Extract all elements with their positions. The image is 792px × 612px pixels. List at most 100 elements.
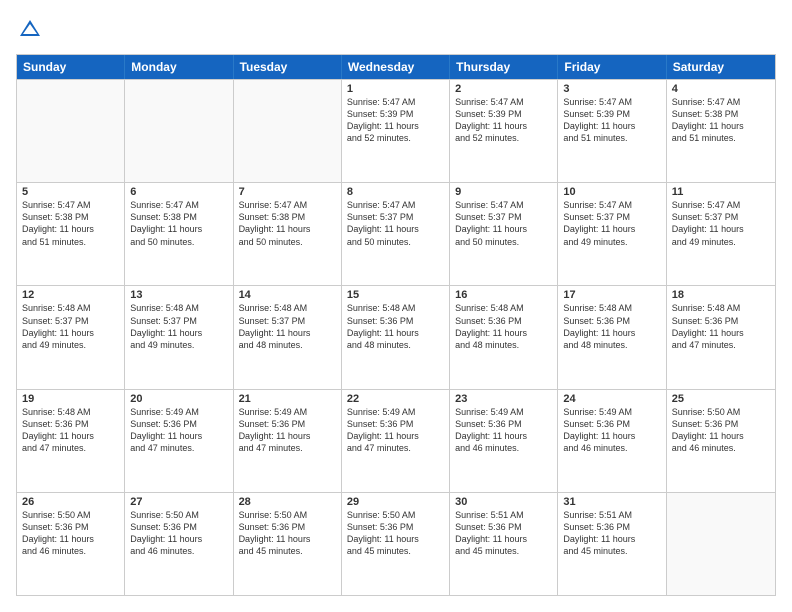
cell-info: Sunrise: 5:48 AM Sunset: 5:36 PM Dayligh… — [455, 302, 552, 351]
cell-day-number: 10 — [563, 186, 660, 198]
cal-cell-16: 16Sunrise: 5:48 AM Sunset: 5:36 PM Dayli… — [450, 286, 558, 388]
cal-row-5: 26Sunrise: 5:50 AM Sunset: 5:36 PM Dayli… — [17, 492, 775, 595]
cell-day-number: 9 — [455, 186, 552, 198]
cell-day-number: 11 — [672, 186, 770, 198]
cal-cell-22: 22Sunrise: 5:49 AM Sunset: 5:36 PM Dayli… — [342, 390, 450, 492]
calendar: SundayMondayTuesdayWednesdayThursdayFrid… — [16, 54, 776, 596]
cell-info: Sunrise: 5:51 AM Sunset: 5:36 PM Dayligh… — [455, 509, 552, 558]
cal-cell-6: 6Sunrise: 5:47 AM Sunset: 5:38 PM Daylig… — [125, 183, 233, 285]
cell-info: Sunrise: 5:50 AM Sunset: 5:36 PM Dayligh… — [239, 509, 336, 558]
cal-cell-10: 10Sunrise: 5:47 AM Sunset: 5:37 PM Dayli… — [558, 183, 666, 285]
cal-cell-empty-0-0 — [17, 80, 125, 182]
cell-info: Sunrise: 5:47 AM Sunset: 5:39 PM Dayligh… — [455, 96, 552, 145]
cell-day-number: 7 — [239, 186, 336, 198]
cal-cell-30: 30Sunrise: 5:51 AM Sunset: 5:36 PM Dayli… — [450, 493, 558, 595]
cell-info: Sunrise: 5:49 AM Sunset: 5:36 PM Dayligh… — [347, 406, 444, 455]
cal-cell-26: 26Sunrise: 5:50 AM Sunset: 5:36 PM Dayli… — [17, 493, 125, 595]
cal-cell-28: 28Sunrise: 5:50 AM Sunset: 5:36 PM Dayli… — [234, 493, 342, 595]
header-day-tuesday: Tuesday — [234, 55, 342, 79]
cell-day-number: 3 — [563, 83, 660, 95]
cell-info: Sunrise: 5:47 AM Sunset: 5:39 PM Dayligh… — [563, 96, 660, 145]
cell-info: Sunrise: 5:47 AM Sunset: 5:38 PM Dayligh… — [672, 96, 770, 145]
cell-day-number: 8 — [347, 186, 444, 198]
cell-day-number: 24 — [563, 393, 660, 405]
cal-cell-14: 14Sunrise: 5:48 AM Sunset: 5:37 PM Dayli… — [234, 286, 342, 388]
cell-day-number: 18 — [672, 289, 770, 301]
cell-info: Sunrise: 5:50 AM Sunset: 5:36 PM Dayligh… — [22, 509, 119, 558]
cal-cell-27: 27Sunrise: 5:50 AM Sunset: 5:36 PM Dayli… — [125, 493, 233, 595]
cell-info: Sunrise: 5:48 AM Sunset: 5:36 PM Dayligh… — [672, 302, 770, 351]
cal-cell-8: 8Sunrise: 5:47 AM Sunset: 5:37 PM Daylig… — [342, 183, 450, 285]
header-day-monday: Monday — [125, 55, 233, 79]
cell-info: Sunrise: 5:50 AM Sunset: 5:36 PM Dayligh… — [672, 406, 770, 455]
cell-info: Sunrise: 5:47 AM Sunset: 5:38 PM Dayligh… — [130, 199, 227, 248]
cell-info: Sunrise: 5:48 AM Sunset: 5:37 PM Dayligh… — [239, 302, 336, 351]
cell-day-number: 1 — [347, 83, 444, 95]
cell-info: Sunrise: 5:48 AM Sunset: 5:36 PM Dayligh… — [347, 302, 444, 351]
calendar-body: 1Sunrise: 5:47 AM Sunset: 5:39 PM Daylig… — [17, 79, 775, 595]
cal-cell-19: 19Sunrise: 5:48 AM Sunset: 5:36 PM Dayli… — [17, 390, 125, 492]
cell-day-number: 27 — [130, 496, 227, 508]
cell-info: Sunrise: 5:49 AM Sunset: 5:36 PM Dayligh… — [130, 406, 227, 455]
cal-cell-2: 2Sunrise: 5:47 AM Sunset: 5:39 PM Daylig… — [450, 80, 558, 182]
page: SundayMondayTuesdayWednesdayThursdayFrid… — [0, 0, 792, 612]
logo-icon — [16, 16, 44, 44]
cal-cell-empty-0-1 — [125, 80, 233, 182]
cal-cell-1: 1Sunrise: 5:47 AM Sunset: 5:39 PM Daylig… — [342, 80, 450, 182]
cell-info: Sunrise: 5:49 AM Sunset: 5:36 PM Dayligh… — [563, 406, 660, 455]
cell-info: Sunrise: 5:48 AM Sunset: 5:37 PM Dayligh… — [130, 302, 227, 351]
cell-day-number: 21 — [239, 393, 336, 405]
header-day-thursday: Thursday — [450, 55, 558, 79]
header-day-sunday: Sunday — [17, 55, 125, 79]
cell-day-number: 31 — [563, 496, 660, 508]
cal-cell-9: 9Sunrise: 5:47 AM Sunset: 5:37 PM Daylig… — [450, 183, 558, 285]
cell-info: Sunrise: 5:50 AM Sunset: 5:36 PM Dayligh… — [347, 509, 444, 558]
header — [16, 16, 776, 44]
cal-cell-31: 31Sunrise: 5:51 AM Sunset: 5:36 PM Dayli… — [558, 493, 666, 595]
cell-info: Sunrise: 5:48 AM Sunset: 5:37 PM Dayligh… — [22, 302, 119, 351]
cal-cell-23: 23Sunrise: 5:49 AM Sunset: 5:36 PM Dayli… — [450, 390, 558, 492]
cell-day-number: 25 — [672, 393, 770, 405]
cell-info: Sunrise: 5:47 AM Sunset: 5:37 PM Dayligh… — [347, 199, 444, 248]
cell-info: Sunrise: 5:47 AM Sunset: 5:37 PM Dayligh… — [455, 199, 552, 248]
cal-row-2: 5Sunrise: 5:47 AM Sunset: 5:38 PM Daylig… — [17, 182, 775, 285]
cell-info: Sunrise: 5:47 AM Sunset: 5:37 PM Dayligh… — [563, 199, 660, 248]
cal-cell-7: 7Sunrise: 5:47 AM Sunset: 5:38 PM Daylig… — [234, 183, 342, 285]
cell-day-number: 12 — [22, 289, 119, 301]
header-day-saturday: Saturday — [667, 55, 775, 79]
cell-info: Sunrise: 5:49 AM Sunset: 5:36 PM Dayligh… — [239, 406, 336, 455]
cell-day-number: 22 — [347, 393, 444, 405]
cell-day-number: 5 — [22, 186, 119, 198]
cell-day-number: 6 — [130, 186, 227, 198]
cal-cell-21: 21Sunrise: 5:49 AM Sunset: 5:36 PM Dayli… — [234, 390, 342, 492]
cell-day-number: 16 — [455, 289, 552, 301]
cal-cell-29: 29Sunrise: 5:50 AM Sunset: 5:36 PM Dayli… — [342, 493, 450, 595]
cell-day-number: 13 — [130, 289, 227, 301]
cell-info: Sunrise: 5:47 AM Sunset: 5:38 PM Dayligh… — [22, 199, 119, 248]
cal-cell-11: 11Sunrise: 5:47 AM Sunset: 5:37 PM Dayli… — [667, 183, 775, 285]
cell-day-number: 23 — [455, 393, 552, 405]
cell-day-number: 29 — [347, 496, 444, 508]
cell-day-number: 20 — [130, 393, 227, 405]
cal-cell-empty-0-2 — [234, 80, 342, 182]
cell-day-number: 2 — [455, 83, 552, 95]
cell-day-number: 30 — [455, 496, 552, 508]
cell-day-number: 15 — [347, 289, 444, 301]
cal-cell-3: 3Sunrise: 5:47 AM Sunset: 5:39 PM Daylig… — [558, 80, 666, 182]
cell-info: Sunrise: 5:48 AM Sunset: 5:36 PM Dayligh… — [563, 302, 660, 351]
header-day-wednesday: Wednesday — [342, 55, 450, 79]
cell-info: Sunrise: 5:50 AM Sunset: 5:36 PM Dayligh… — [130, 509, 227, 558]
calendar-header: SundayMondayTuesdayWednesdayThursdayFrid… — [17, 55, 775, 79]
cal-cell-24: 24Sunrise: 5:49 AM Sunset: 5:36 PM Dayli… — [558, 390, 666, 492]
cal-row-1: 1Sunrise: 5:47 AM Sunset: 5:39 PM Daylig… — [17, 79, 775, 182]
cal-cell-18: 18Sunrise: 5:48 AM Sunset: 5:36 PM Dayli… — [667, 286, 775, 388]
cell-day-number: 19 — [22, 393, 119, 405]
cell-day-number: 26 — [22, 496, 119, 508]
cal-cell-5: 5Sunrise: 5:47 AM Sunset: 5:38 PM Daylig… — [17, 183, 125, 285]
cell-info: Sunrise: 5:47 AM Sunset: 5:39 PM Dayligh… — [347, 96, 444, 145]
cal-cell-15: 15Sunrise: 5:48 AM Sunset: 5:36 PM Dayli… — [342, 286, 450, 388]
cal-cell-13: 13Sunrise: 5:48 AM Sunset: 5:37 PM Dayli… — [125, 286, 233, 388]
cal-cell-25: 25Sunrise: 5:50 AM Sunset: 5:36 PM Dayli… — [667, 390, 775, 492]
cell-info: Sunrise: 5:47 AM Sunset: 5:38 PM Dayligh… — [239, 199, 336, 248]
cal-cell-17: 17Sunrise: 5:48 AM Sunset: 5:36 PM Dayli… — [558, 286, 666, 388]
